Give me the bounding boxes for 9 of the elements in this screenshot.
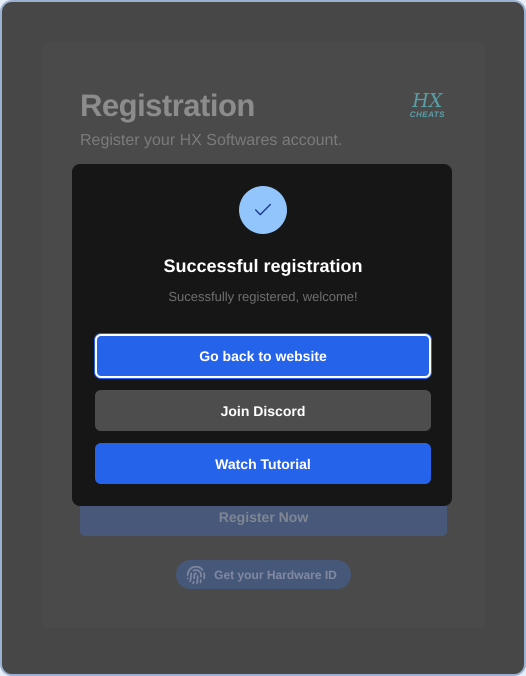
check-icon — [239, 186, 287, 234]
dialog-button[interactable]: Watch Tutorial — [95, 443, 431, 484]
dialog-title: Successful registration — [163, 256, 363, 277]
logo: HX CHEATS — [410, 92, 445, 119]
fingerprint-icon — [186, 564, 206, 584]
dialog-button[interactable]: Join Discord — [95, 390, 431, 431]
page-title: Registration — [80, 88, 256, 124]
dialog-message: Sucessfully registered, welcome! — [168, 289, 358, 304]
dialog-button[interactable]: Go back to website — [95, 334, 431, 378]
